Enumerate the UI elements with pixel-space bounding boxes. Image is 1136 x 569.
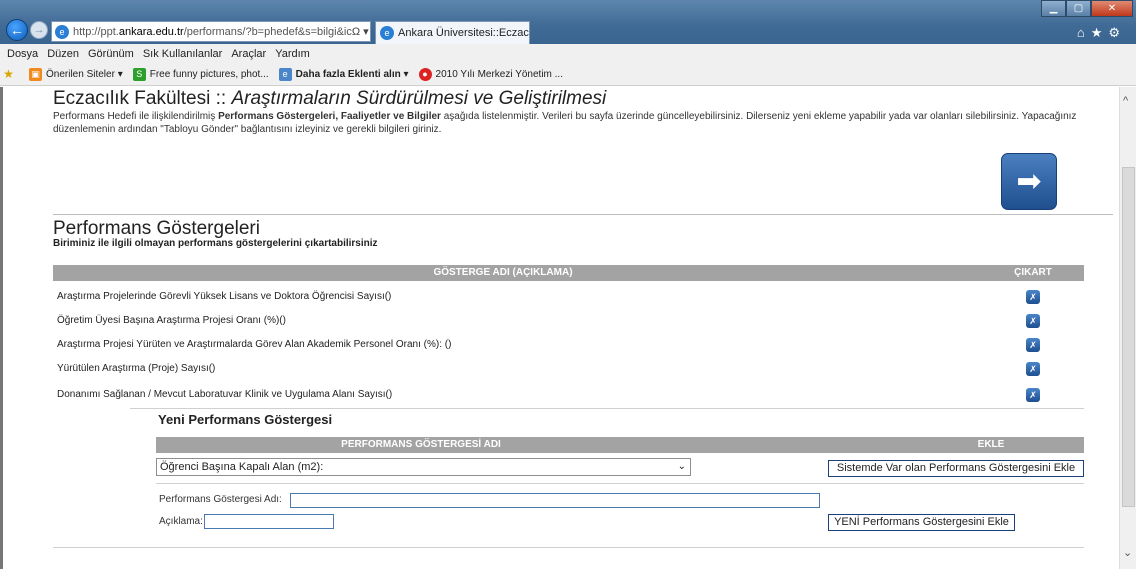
suggested-sites-icon: ▣ (29, 68, 42, 81)
page-title: Eczacılık Fakültesi :: Araştırmaların Sü… (53, 88, 607, 109)
arrow-right-icon: ➡ (1016, 165, 1042, 198)
remove-icon[interactable]: ✗ (1026, 314, 1040, 328)
intro-text: Performans Hedefi ile ilişkilendirilmiş … (53, 111, 1077, 135)
window-titlebar: ← → e http://ppt.ankara.edu.tr/performan… (0, 0, 1136, 44)
col-new-indicator-name: PERFORMANS GÖSTERGESİ ADI (341, 439, 501, 450)
table-row: Yürütülen Araştırma (Proje) Sayısı() ✗ (53, 359, 1084, 379)
remove-icon[interactable]: ✗ (1026, 388, 1040, 402)
red-circle-icon: ● (418, 68, 432, 81)
browser-toolbar-icons: ⌂★⚙ (1077, 25, 1126, 41)
ie-page-icon: e (278, 68, 292, 81)
minimize-icon[interactable]: ▁ (1041, 0, 1066, 17)
scrollbar-thumb[interactable] (1122, 167, 1135, 507)
browser-tab[interactable]: e Ankara Üniversitesi::Eczacılı... ✕ (375, 21, 530, 44)
page-content: Eczacılık Fakültesi :: Araştırmaların Sü… (0, 87, 1119, 569)
maximize-icon[interactable]: ▢ (1066, 0, 1091, 17)
address-tools[interactable]: Ω ▾ C (352, 25, 370, 38)
divider (53, 214, 1113, 215)
ie-tab-icon: e (380, 26, 394, 40)
favorite-item[interactable]: ● 2010 Yılı Merkezi Yönetim ... (418, 68, 563, 81)
scroll-up-icon[interactable]: ^ (1123, 95, 1128, 107)
ie-page-icon: e (55, 24, 69, 39)
indicator-select-value: Öğrenci Başına Kapalı Alan (m2): (160, 461, 324, 473)
remove-icon[interactable]: ✗ (1026, 290, 1040, 304)
new-indicator-title: Yeni Performans Göstergesi (158, 412, 333, 427)
home-icon[interactable]: ⌂ (1077, 25, 1091, 40)
favorites-star[interactable]: ★ (2, 68, 19, 81)
favorite-item[interactable]: e Daha fazla Eklenti alın ▾ (278, 68, 409, 81)
window-left-edge (0, 87, 3, 569)
indicator-name-input[interactable] (290, 493, 820, 508)
col-add: EKLE (977, 439, 1005, 450)
address-url: http://ppt.ankara.edu.tr/performans/?b=p… (73, 25, 352, 38)
divider (156, 483, 1084, 484)
menu-araclar[interactable]: Araçlar (231, 48, 266, 60)
col-remove: ÇIKART (1014, 267, 1052, 278)
window-controls: ▁ ▢ ✕ (1041, 0, 1133, 17)
favorite-item[interactable]: ▣ Önerilen Siteler ▾ (29, 68, 123, 81)
site-s-icon: S (132, 68, 146, 81)
table-row: Öğretim Üyesi Başına Araştırma Projesi O… (53, 311, 1084, 331)
tab-title: Ankara Üniversitesi::Eczacılı... (398, 27, 529, 39)
menu-duzen[interactable]: Düzen (47, 48, 79, 60)
menu-sik-kullanilanlar[interactable]: Sık Kullanılanlar (143, 48, 223, 60)
table-row: Araştırma Projesi Yürüten ve Araştırmala… (53, 335, 1084, 355)
divider (53, 547, 1084, 548)
forward-icon[interactable]: → (30, 21, 48, 39)
table-row: Araştırma Projelerinde Görevli Yüksek Li… (53, 287, 1084, 307)
remove-icon[interactable]: ✗ (1026, 362, 1040, 376)
back-icon[interactable]: ← (6, 19, 28, 41)
menu-bar: Dosya Düzen Görünüm Sık Kullanılanlar Ar… (0, 44, 1136, 64)
favorites-star-icon[interactable]: ★ (1091, 25, 1109, 40)
add-existing-indicator-button[interactable]: Sistemde Var olan Performans Göstergesin… (828, 460, 1084, 477)
table-row: Donanımı Sağlanan / Mevcut Laboratuvar K… (53, 385, 1084, 405)
description-label: Açıklama: (159, 516, 203, 527)
favorites-add-icon: ★ (3, 67, 14, 81)
address-bar[interactable]: e http://ppt.ankara.edu.tr/performans/?b… (51, 21, 371, 42)
vertical-scrollbar[interactable]: ^ ⌄ (1119, 87, 1136, 569)
indicators-subtitle: Biriminiz ile ilgili olmayan performans … (53, 238, 378, 249)
new-indicator-table-header: PERFORMANS GÖSTERGESİ ADI EKLE (156, 437, 1084, 453)
next-arrow-button[interactable]: ➡ (1001, 153, 1057, 210)
indicators-table-header: GÖSTERGE ADI (AÇIKLAMA) ÇIKART (53, 265, 1084, 281)
menu-gorunum[interactable]: Görünüm (88, 48, 134, 60)
chevron-down-icon: ⌄ (677, 461, 686, 472)
favorites-bar: ★ ▣ Önerilen Siteler ▾ S Free funny pictur… (0, 64, 1136, 86)
indicator-select[interactable]: Öğrenci Başına Kapalı Alan (m2): ⌄ (156, 458, 691, 476)
menu-yardim[interactable]: Yardım (275, 48, 310, 60)
favorite-item[interactable]: S Free funny pictures, phot... (132, 68, 269, 81)
gear-icon[interactable]: ⚙ (1108, 25, 1126, 40)
menu-dosya[interactable]: Dosya (7, 48, 38, 60)
indicator-name-label: Performans Göstergesi Adı: (159, 494, 282, 505)
close-icon[interactable]: ✕ (1091, 0, 1133, 17)
remove-icon[interactable]: ✗ (1026, 338, 1040, 352)
indicators-title: Performans Göstergeleri (53, 218, 260, 239)
divider (130, 408, 1084, 409)
add-new-indicator-button[interactable]: YENİ Performans Göstergesini Ekle (828, 514, 1015, 531)
description-input[interactable] (204, 514, 334, 529)
col-indicator-name: GÖSTERGE ADI (AÇIKLAMA) (433, 267, 573, 278)
scroll-down-icon[interactable]: ⌄ (1123, 546, 1132, 559)
